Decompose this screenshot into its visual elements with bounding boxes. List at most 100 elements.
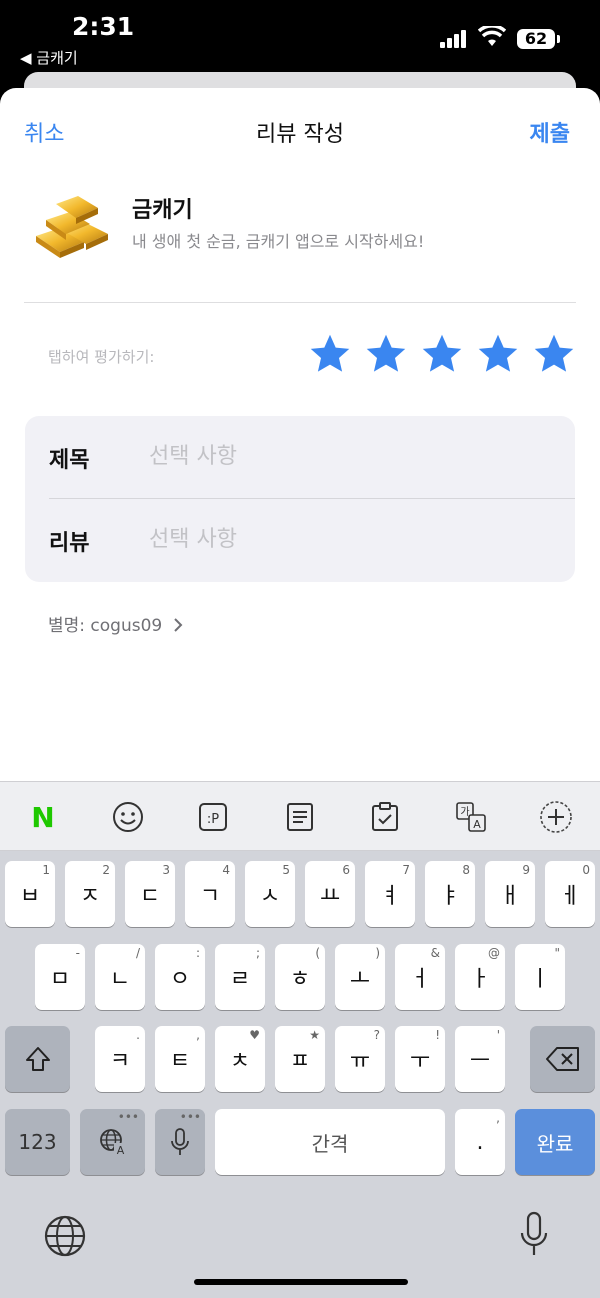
key-hint: ' <box>496 1028 500 1042</box>
letter-key[interactable]: 2ㅈ <box>65 861 115 927</box>
space-key-label: 간격 <box>311 1131 349 1156</box>
letter-key[interactable]: 4ㄱ <box>185 861 235 927</box>
letter-key[interactable]: :ㅇ <box>155 944 205 1010</box>
letter-key[interactable]: 0ㅔ <box>545 861 595 927</box>
app-name: 금캐기 <box>132 198 193 223</box>
shift-icon <box>25 1047 50 1071</box>
letter-key[interactable]: .ㅋ <box>95 1026 145 1092</box>
key-label: ㅜ <box>409 1049 431 1074</box>
add-icon[interactable] <box>539 800 573 834</box>
key-hint: 7 <box>402 863 410 877</box>
key-hint: ! <box>435 1028 440 1042</box>
key-hint: 2 <box>102 863 110 877</box>
translate-icon[interactable]: 가A <box>454 800 488 834</box>
key-hint: . <box>136 1028 140 1042</box>
done-key-label: 완료 <box>536 1131 574 1156</box>
star-2-icon[interactable] <box>364 332 408 376</box>
key-hint: & <box>430 946 440 960</box>
key-hint: ) <box>375 946 380 960</box>
key-label: ㅍ <box>289 1049 311 1074</box>
globe-language-key[interactable]: ••• A <box>80 1109 145 1175</box>
letter-key[interactable]: ' ㅡ <box>455 1026 505 1092</box>
key-hint: , <box>196 1028 200 1042</box>
space-key[interactable]: 간격 <box>215 1109 445 1175</box>
key-hint: ; <box>255 946 260 960</box>
key-label: ㅏ <box>469 967 491 992</box>
letter-key[interactable]: 1ㅂ <box>5 861 55 927</box>
letter-key[interactable]: ★ ㅍ <box>275 1026 325 1092</box>
key-hint: - <box>75 946 80 960</box>
review-row: 리뷰 <box>25 499 575 582</box>
microphone-icon[interactable] <box>518 1211 550 1257</box>
letter-key[interactable]: -ㅁ <box>35 944 85 1010</box>
microphone-icon <box>171 1128 189 1155</box>
done-key[interactable]: 완료 <box>515 1109 595 1175</box>
keyboard: N :P 가A 1 ㅂ 2 ㅈ 3 ㄷ 4 ㄱ 5 ㅅ 6 ㅛ 7 ㅕ 8 ㅑ 9 ㅐ 0 ㅔ - ㅁ / ㄴ: ㅇ; ㄹ(ㅎ) ㅗ… <box>0 781 600 1298</box>
key-hint: ( <box>315 946 320 960</box>
key-hint: / <box>135 946 140 960</box>
clipboard-p-icon[interactable]: :P <box>196 800 230 834</box>
key-hint: @ <box>488 946 500 960</box>
back-to-app-link[interactable]: ◀ 금캐기 <box>20 47 78 68</box>
memo-icon[interactable] <box>283 800 317 834</box>
more-dots: ••• <box>179 1110 201 1124</box>
backspace-icon <box>545 1047 579 1071</box>
star-4-icon[interactable] <box>476 332 520 376</box>
globe-icon[interactable] <box>44 1215 86 1257</box>
dictation-key[interactable]: ••• <box>155 1109 205 1175</box>
backspace-key[interactable] <box>530 1026 595 1092</box>
checklist-icon[interactable] <box>368 800 402 834</box>
submit-button[interactable]: 제출 <box>530 116 570 148</box>
tap-to-rate-label: 탭하여 평가하기: <box>48 348 155 366</box>
cancel-button[interactable]: 취소 <box>24 116 64 148</box>
key-label: ㅕ <box>379 884 401 909</box>
star-1-icon[interactable] <box>308 332 352 376</box>
key-label: ㅡ <box>469 1049 491 1074</box>
letter-key[interactable]: (ㅎ <box>275 944 325 1010</box>
key-label: ㅗ <box>349 967 371 992</box>
n-logo-icon[interactable]: N <box>26 800 60 834</box>
key-hint: 1 <box>42 863 50 877</box>
letter-key[interactable]: " ㅣ <box>515 944 565 1010</box>
star-5-icon[interactable] <box>532 332 576 376</box>
numbers-key[interactable]: 123 <box>5 1109 70 1175</box>
letter-key[interactable]: ,ㅌ <box>155 1026 205 1092</box>
letter-key[interactable]: 7ㅕ <box>365 861 415 927</box>
review-input[interactable] <box>149 521 549 557</box>
emoji-icon[interactable] <box>111 800 145 834</box>
letter-key[interactable]: @ ㅏ <box>455 944 505 1010</box>
status-time: 2:31 <box>72 12 135 41</box>
divider <box>24 302 576 303</box>
title-row: 제목 <box>25 416 575 499</box>
nickname-text: 별명: cogus09 <box>48 616 163 636</box>
numbers-key-label: 123 <box>18 1130 57 1154</box>
period-key-hint: , <box>496 1111 500 1125</box>
letter-key[interactable]: 3ㄷ <box>125 861 175 927</box>
letter-key[interactable]: ♥ ㅊ <box>215 1026 265 1092</box>
letter-key[interactable]: ! ㅜ <box>395 1026 445 1092</box>
letter-key[interactable]: ? ㅠ <box>335 1026 385 1092</box>
nickname-link[interactable]: 별명: cogus09 <box>48 611 184 636</box>
key-hint: 9 <box>522 863 530 877</box>
shift-key[interactable] <box>5 1026 70 1092</box>
globe-language-icon: A <box>99 1129 127 1157</box>
period-key-label: . <box>476 1129 484 1155</box>
letter-key[interactable]: & ㅓ <box>395 944 445 1010</box>
letter-key[interactable]: 6ㅛ <box>305 861 355 927</box>
chevron-right-icon <box>173 618 183 632</box>
letter-key[interactable]: ; ㄹ <box>215 944 265 1010</box>
title-input[interactable] <box>149 438 549 474</box>
star-3-icon[interactable] <box>420 332 464 376</box>
svg-text:가: 가 <box>460 806 469 818</box>
letter-key[interactable]: 5ㅅ <box>245 861 295 927</box>
letter-key[interactable]: / ㄴ <box>95 944 145 1010</box>
letter-key[interactable]: ) ㅗ <box>335 944 385 1010</box>
key-hint: ? <box>373 1028 380 1042</box>
svg-text:A: A <box>473 818 481 831</box>
letter-key[interactable]: 8ㅑ <box>425 861 475 927</box>
key-label: ㅐ <box>499 884 521 909</box>
period-key[interactable]: , . <box>455 1109 505 1175</box>
title-label: 제목 <box>49 448 90 473</box>
letter-key[interactable]: 9ㅐ <box>485 861 535 927</box>
key-hint: 5 <box>282 863 290 877</box>
